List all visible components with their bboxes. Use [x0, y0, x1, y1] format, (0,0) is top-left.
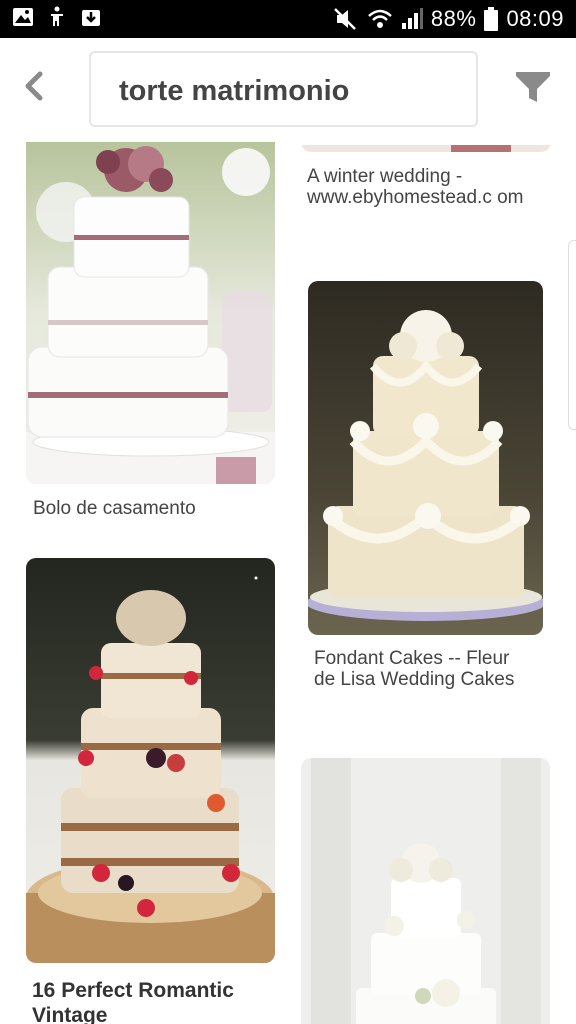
pin-caption[interactable]: 16 Perfect Romantic Vintage — [32, 978, 262, 1024]
pin-image-romantic-vintage[interactable] — [26, 558, 275, 963]
pin-image-winter-wedding[interactable] — [301, 142, 551, 152]
wifi-icon — [368, 9, 392, 28]
scroll-edge — [568, 240, 576, 430]
mute-icon — [334, 8, 356, 30]
pin-caption[interactable]: Fondant Cakes -- Fleur de Lisa Wedding C… — [314, 648, 534, 690]
battery-percent: 88% — [430, 6, 477, 31]
download-box-icon — [82, 10, 100, 26]
search-header: torte matrimonio — [0, 38, 576, 142]
pin-image-white-cake[interactable] — [301, 758, 550, 1024]
pin-image-bolo-de-casamento[interactable] — [26, 142, 275, 484]
status-bar: 88% 08:09 — [0, 0, 576, 38]
search-input[interactable]: torte matrimonio — [89, 51, 478, 127]
accessibility-icon — [51, 6, 63, 26]
pin-caption[interactable]: Bolo de casamento — [33, 498, 273, 519]
back-arrow-icon[interactable] — [18, 68, 54, 104]
signal-icon — [401, 8, 423, 29]
pin-caption[interactable]: A winter wedding - www.ebyhomestead.c om — [307, 166, 527, 208]
search-query: torte matrimonio — [119, 75, 350, 107]
clock: 08:09 — [506, 6, 564, 31]
pin-image-fondant-cakes[interactable] — [308, 281, 543, 635]
filter-icon[interactable] — [514, 70, 552, 104]
image-icon — [13, 8, 33, 26]
battery-icon — [484, 7, 499, 31]
